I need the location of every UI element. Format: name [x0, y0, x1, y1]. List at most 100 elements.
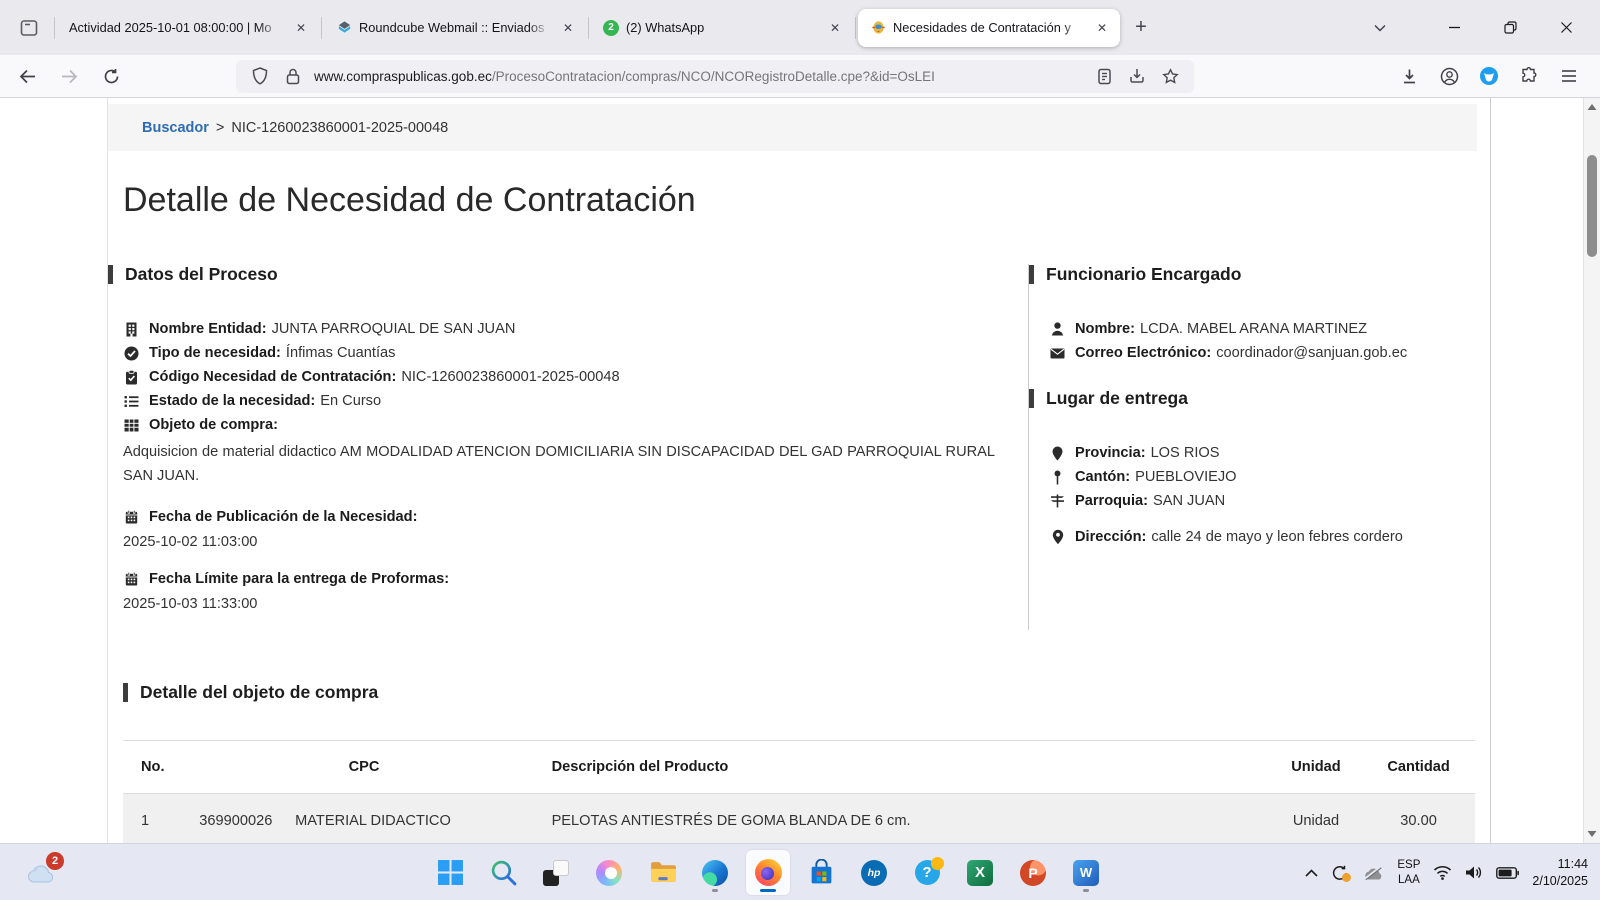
tab-roundcube[interactable]: Roundcube Webmail :: Enviados ✕ [324, 9, 586, 47]
powerpoint-button[interactable]: P [1011, 850, 1055, 895]
wifi-icon[interactable] [1433, 865, 1452, 880]
tab-whatsapp[interactable]: 2 (2) WhatsApp ✕ [591, 9, 853, 47]
url-domain: www.compraspublicas.gob.ec [314, 69, 492, 84]
store-button[interactable] [799, 850, 843, 895]
extensions-puzzle-icon[interactable] [1514, 61, 1544, 91]
url-text[interactable]: www.compraspublicas.gob.ec/ProcesoContra… [314, 69, 1083, 84]
powerpoint-icon: P [1020, 860, 1046, 886]
info-label: Cantón: [1075, 469, 1130, 485]
reader-mode-icon[interactable] [1092, 64, 1116, 88]
url-bar[interactable]: www.compraspublicas.gob.ec/ProcesoContra… [236, 60, 1194, 93]
cell-no: 1 [123, 794, 185, 844]
info-nombre-funcionario: Nombre: LCDA. MABEL ARANA MARTINEZ [1049, 321, 1475, 337]
clock[interactable]: 11:442/10/2025 [1532, 856, 1588, 890]
firefox-button[interactable] [746, 850, 790, 895]
minimize-button[interactable] [1426, 0, 1482, 55]
page-title: Detalle de Necesidad de Contratación [123, 181, 1490, 220]
word-button[interactable]: W [1064, 850, 1108, 895]
envelope-icon [1049, 348, 1066, 359]
back-button[interactable] [10, 60, 44, 92]
tab-actividad[interactable]: Actividad 2025-10-01 08:00:00 | Mo ✕ [57, 9, 319, 47]
info-nombre-entidad: Nombre Entidad: JUNTA PARROQUIAL DE SAN … [123, 321, 1006, 337]
tab-close-icon[interactable]: ✕ [825, 18, 845, 38]
tab-close-icon[interactable]: ✕ [291, 18, 311, 38]
volume-icon[interactable] [1465, 865, 1483, 880]
info-value: PUEBLOVIEJO [1135, 469, 1236, 485]
chevron-down-icon [1373, 21, 1387, 35]
edge-button[interactable] [693, 850, 737, 895]
scrollbar-thumb[interactable] [1587, 155, 1597, 257]
tab-close-icon[interactable]: ✕ [558, 18, 578, 38]
tray-chevron-button[interactable] [1305, 869, 1318, 877]
breadcrumb-current: NIC-1260023860001-2025-00048 [231, 120, 448, 136]
forward-button[interactable] [52, 60, 86, 92]
info-label: Estado de la necesidad: [149, 393, 315, 409]
objeto-compra-text: Adquisicion de material didactico AM MOD… [123, 441, 995, 488]
battery-icon[interactable] [1496, 867, 1519, 879]
person-icon [1049, 322, 1066, 336]
menu-icon[interactable] [1554, 61, 1584, 91]
info-value: Ínfimas Cuantías [286, 345, 396, 361]
hp-button[interactable]: hp [852, 850, 896, 895]
taskbar-app-icons: hp ? X P W [428, 850, 1108, 895]
reload-button[interactable] [94, 60, 128, 92]
info-label: Nombre Entidad: [149, 321, 267, 337]
info-canton: Cantón: PUEBLOVIEJO [1049, 469, 1475, 485]
info-value: JUNTA PARROQUIAL DE SAN JUAN [272, 321, 516, 337]
tab-close-icon[interactable]: ✕ [1092, 18, 1112, 38]
tab-necesidades-active[interactable]: Necesidades de Contratación y ✕ [858, 9, 1120, 47]
info-direccion: Dirección: calle 24 de mayo y leon febre… [1049, 529, 1475, 545]
roundcube-icon [336, 20, 352, 36]
info-value: NIC-1260023860001-2025-00048 [401, 369, 619, 385]
table-header-row: No. CPC Descripción del Producto Unidad … [123, 741, 1475, 794]
search-button[interactable] [481, 850, 525, 895]
bookmark-star-icon[interactable] [1158, 64, 1182, 88]
scrollbar-up-icon[interactable] [1587, 103, 1597, 111]
help-button[interactable]: ? [905, 850, 949, 895]
help-icon: ? [915, 860, 940, 885]
breadcrumb-link-buscador[interactable]: Buscador [142, 120, 209, 136]
section-bar [123, 683, 128, 702]
file-explorer-button[interactable] [640, 850, 684, 895]
lock-icon[interactable] [281, 64, 305, 88]
account-icon[interactable] [1434, 61, 1464, 91]
onedrive-icon[interactable] [1362, 865, 1384, 881]
info-correo: Correo Electrónico: coordinador@sanjuan.… [1049, 345, 1475, 361]
scrollbar-down-icon[interactable] [1587, 830, 1597, 838]
close-window-button[interactable] [1538, 0, 1594, 55]
map-pin-icon [1049, 470, 1066, 485]
col-header-no: No. [123, 741, 185, 794]
datos-proceso-section: Datos del Proceso Nombre Entidad: JUNTA … [123, 264, 1028, 630]
tab-separator [855, 17, 856, 39]
save-page-icon[interactable] [1125, 64, 1149, 88]
list-icon [123, 395, 140, 408]
calendar-icon [123, 510, 140, 524]
firefox-icon [755, 859, 782, 886]
table-row: 1 369900026 MATERIAL DIDACTICO PELOTAS A… [123, 794, 1475, 844]
page-scrollbar[interactable] [1583, 98, 1600, 843]
restore-button[interactable] [1482, 0, 1538, 55]
extension-icon[interactable] [1474, 61, 1504, 91]
excel-button[interactable]: X [958, 850, 1002, 895]
tab-separator [321, 17, 322, 39]
excel-icon: X [967, 860, 993, 886]
new-tab-button[interactable]: + [1124, 11, 1158, 45]
col-header-unidad: Unidad [1270, 741, 1362, 794]
section-bar [1029, 389, 1034, 408]
start-button[interactable] [428, 850, 472, 895]
firefox-view-button[interactable] [11, 10, 47, 46]
copilot-button[interactable] [587, 850, 631, 895]
widgets-button[interactable]: 2 [18, 851, 66, 894]
downloads-icon[interactable] [1394, 61, 1424, 91]
sync-icon[interactable] [1331, 865, 1349, 881]
clipboard-check-icon [123, 370, 140, 385]
list-all-tabs-button[interactable] [1362, 10, 1398, 46]
fecha-publicacion-value: 2025-10-02 11:03:00 [123, 534, 1006, 550]
firefox-view-icon [19, 18, 39, 38]
hp-icon: hp [861, 860, 887, 886]
task-view-button[interactable] [534, 850, 578, 895]
shield-icon[interactable] [248, 64, 272, 88]
language-indicator[interactable]: ESPLAA [1397, 858, 1420, 887]
detalle-objeto-section: Detalle del objeto de compra No. CPC Des… [108, 682, 1490, 843]
right-column: Funcionario Encargado Nombre: LCDA. MABE… [1028, 264, 1475, 630]
